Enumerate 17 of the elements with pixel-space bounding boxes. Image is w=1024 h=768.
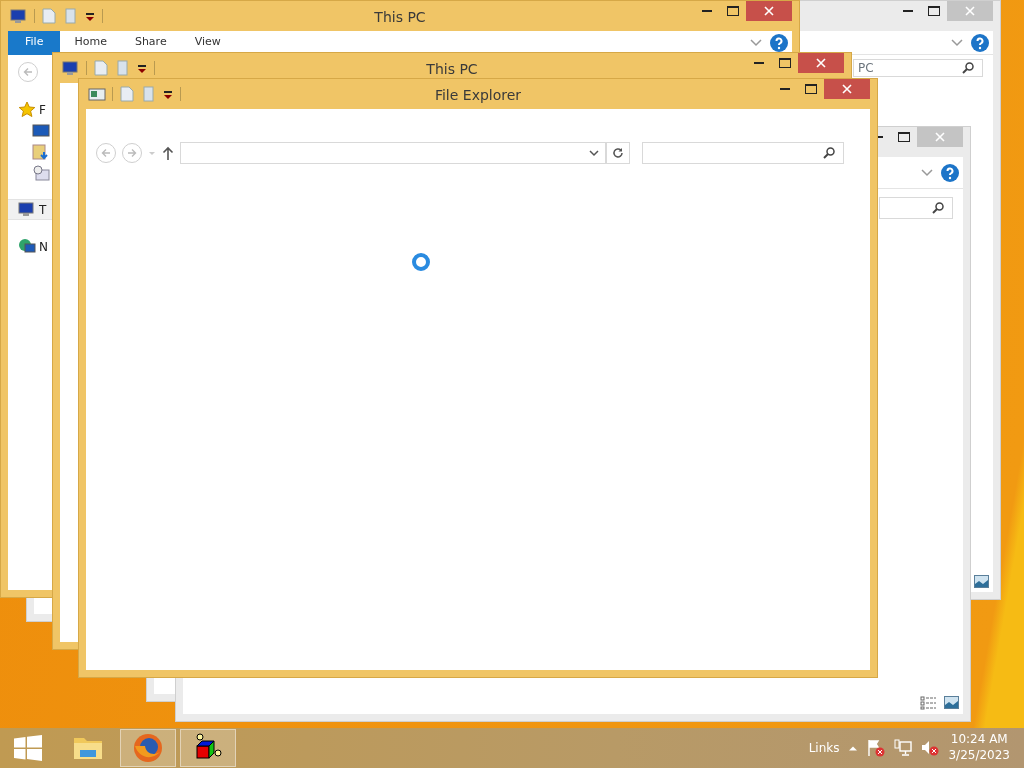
window-title: This PC: [374, 8, 426, 27]
nav-label: N: [39, 238, 48, 256]
nav-item[interactable]: F: [8, 99, 52, 120]
nav-label: F: [39, 101, 46, 119]
ribbon-tab[interactable]: File: [8, 31, 61, 55]
nav-item[interactable]: T: [8, 199, 52, 220]
ribbon-tab[interactable]: View: [180, 31, 235, 55]
window-title: File Explorer: [434, 86, 522, 105]
clock-date: 3/25/2023: [948, 748, 1010, 764]
search-field[interactable]: PC: [853, 59, 983, 77]
clock-time: 10:24 AM: [950, 732, 1008, 748]
nav-item[interactable]: N: [8, 236, 52, 257]
window-title: This PC: [426, 60, 478, 79]
search-text: PC: [857, 60, 874, 77]
ribbon-tab[interactable]: Share: [120, 31, 181, 55]
ribbon-tab[interactable]: Home: [60, 31, 121, 55]
nav-label: T: [39, 201, 47, 219]
